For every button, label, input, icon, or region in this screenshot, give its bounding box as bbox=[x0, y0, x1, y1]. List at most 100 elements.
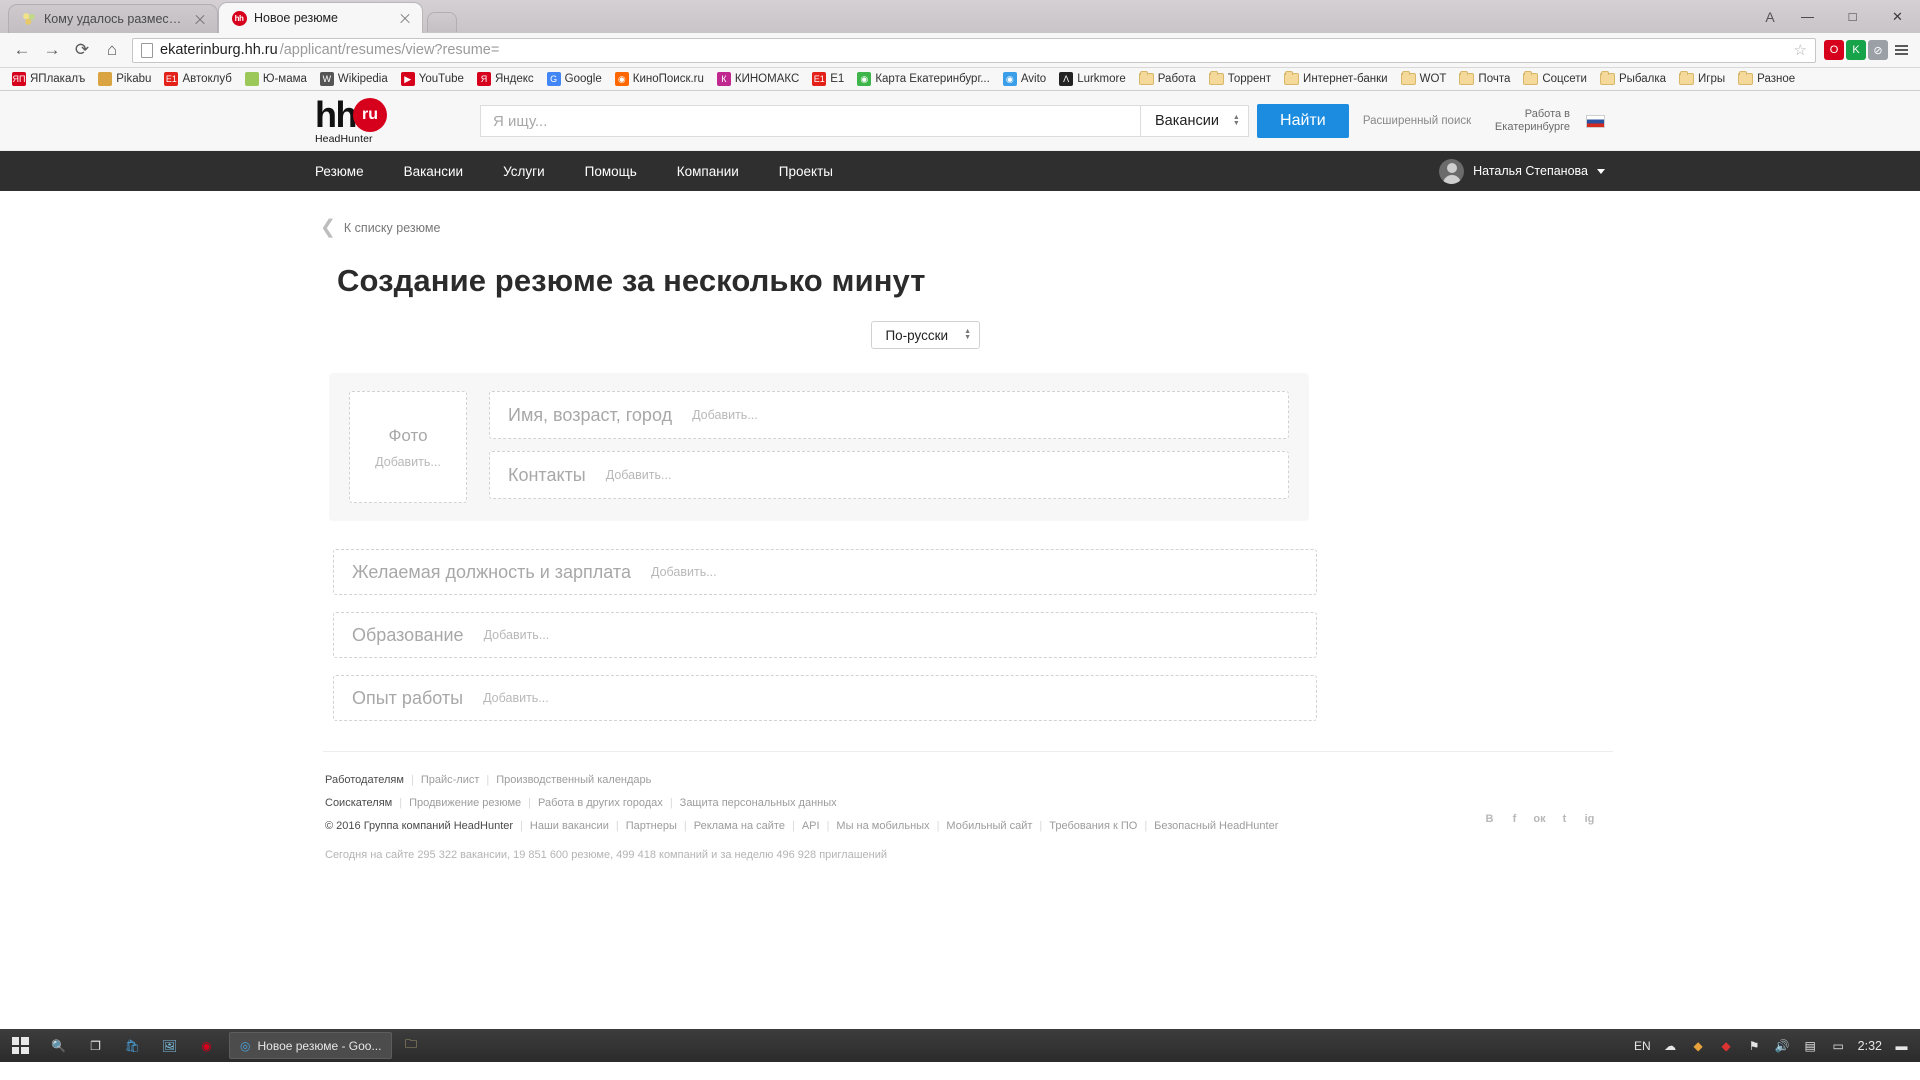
site-logo[interactable]: hh ru HeadHunter bbox=[315, 96, 420, 145]
taskbar-app-chrome[interactable]: ◎ Новое резюме - Goo... bbox=[229, 1032, 393, 1059]
photo-upload-block[interactable]: Фото Добавить... bbox=[349, 391, 467, 503]
instagram-icon[interactable]: ig bbox=[1582, 811, 1597, 826]
nav-item-3[interactable]: Помощь bbox=[565, 151, 657, 191]
bookmark-item[interactable]: Работа bbox=[1133, 71, 1202, 87]
bookmark-item[interactable]: Я Яндекс bbox=[471, 70, 540, 88]
search-input[interactable]: Я ищу... bbox=[480, 105, 1140, 137]
bookmark-item[interactable]: К КИНОМАКС bbox=[711, 70, 805, 88]
footer-heading[interactable]: Соискателям bbox=[325, 797, 392, 809]
clock[interactable]: 2:32 bbox=[1858, 1039, 1882, 1053]
close-icon[interactable] bbox=[193, 12, 207, 26]
bookmark-star-icon[interactable]: ☆ bbox=[1794, 41, 1807, 59]
bookmark-item[interactable]: E1 E1 bbox=[806, 70, 850, 88]
field-add-link[interactable]: Добавить... bbox=[692, 408, 758, 422]
facebook-icon[interactable]: f bbox=[1507, 811, 1522, 826]
bookmark-item[interactable]: Λ Lurkmore bbox=[1053, 70, 1132, 88]
footer-link[interactable]: Производственный календарь bbox=[496, 774, 651, 786]
bookmark-item[interactable]: ЯП ЯПлакалъ bbox=[6, 70, 91, 88]
footer-link[interactable]: API bbox=[802, 820, 820, 832]
user-menu[interactable]: Наталья Степанова bbox=[1439, 158, 1605, 184]
footer-link[interactable]: Реклама на сайте bbox=[694, 820, 785, 832]
bookmark-item[interactable]: Pikabu bbox=[92, 70, 157, 88]
nav-item-1[interactable]: Вакансии bbox=[384, 151, 484, 191]
bookmark-item[interactable]: ▶ YouTube bbox=[395, 70, 470, 88]
footer-link[interactable]: Мы на мобильных bbox=[836, 820, 929, 832]
profile-icon[interactable]: A bbox=[1755, 4, 1785, 30]
adblock-extension-icon[interactable]: ⊘ bbox=[1868, 40, 1888, 60]
minimize-button[interactable]: — bbox=[1785, 2, 1830, 32]
back-icon[interactable]: ← bbox=[8, 36, 36, 64]
bookmark-item[interactable]: Игры bbox=[1673, 71, 1731, 87]
bookmark-item[interactable]: Торрент bbox=[1203, 71, 1277, 87]
opera-icon[interactable]: ◉ bbox=[188, 1029, 225, 1062]
nav-item-0[interactable]: Резюме bbox=[315, 151, 384, 191]
close-icon[interactable] bbox=[398, 11, 412, 25]
section-add-link[interactable]: Добавить... bbox=[651, 565, 717, 579]
browser-tab-active[interactable]: hh Новое резюме bbox=[218, 2, 423, 33]
opera-extension-icon[interactable]: O bbox=[1824, 40, 1844, 60]
bookmark-item[interactable]: E1 Автоклуб bbox=[158, 70, 237, 88]
battery-icon[interactable]: ▭ bbox=[1830, 1037, 1847, 1054]
search-scope-select[interactable]: Вакансии ▲ ▼ bbox=[1140, 105, 1249, 137]
footer-link[interactable]: Наши вакансии bbox=[530, 820, 609, 832]
footer-heading[interactable]: Работодателям bbox=[325, 774, 404, 786]
footer-heading[interactable]: © 2016 Группа компаний HeadHunter bbox=[325, 820, 513, 832]
address-bar[interactable]: ekaterinburg.hh.ru /applicant/resumes/vi… bbox=[132, 37, 1816, 63]
kaspersky-extension-icon[interactable]: K bbox=[1846, 40, 1866, 60]
search-submit-button[interactable]: Найти bbox=[1256, 104, 1349, 138]
photos-icon[interactable]: 🖼 bbox=[151, 1029, 188, 1062]
footer-link[interactable]: Защита персональных данных bbox=[680, 797, 837, 809]
section-add-link[interactable]: Добавить... bbox=[483, 691, 549, 705]
bookmark-item[interactable]: ◉ Avito bbox=[997, 70, 1052, 88]
store-icon[interactable]: 🛍 bbox=[114, 1029, 151, 1062]
bookmark-item[interactable]: Ю-мама bbox=[239, 70, 313, 88]
chrome-menu-icon[interactable] bbox=[1890, 45, 1912, 55]
field-contacts[interactable]: Контакты Добавить... bbox=[489, 451, 1289, 499]
region-label[interactable]: Работа в Екатеринбурге bbox=[1495, 108, 1570, 134]
section-position-salary[interactable]: Желаемая должность и зарплата Добавить..… bbox=[333, 549, 1317, 595]
browser-tab-inactive[interactable]: Кому удалось разместить bbox=[8, 4, 218, 33]
odnoklassniki-icon[interactable]: ок bbox=[1532, 811, 1547, 826]
language-select[interactable]: По-русски ▲ ▼ bbox=[871, 321, 980, 349]
footer-link[interactable]: Продвижение резюме bbox=[409, 797, 521, 809]
start-button[interactable] bbox=[0, 1029, 40, 1062]
bookmark-item[interactable]: Соцсети bbox=[1517, 71, 1593, 87]
nav-item-5[interactable]: Проекты bbox=[759, 151, 853, 191]
forward-icon[interactable]: → bbox=[38, 36, 66, 64]
bookmark-item[interactable]: G Google bbox=[541, 70, 608, 88]
vk-icon[interactable]: В bbox=[1482, 811, 1497, 826]
footer-link[interactable]: Требования к ПО bbox=[1049, 820, 1137, 832]
section-experience[interactable]: Опыт работы Добавить... bbox=[333, 675, 1317, 721]
warning-icon[interactable]: ⚑ bbox=[1746, 1037, 1763, 1054]
taskview-icon[interactable]: ❐ bbox=[77, 1029, 114, 1062]
new-tab-button[interactable] bbox=[427, 12, 457, 32]
photo-add-link[interactable]: Добавить... bbox=[375, 455, 441, 469]
reload-icon[interactable]: ⟳ bbox=[68, 36, 96, 64]
maximize-button[interactable]: □ bbox=[1830, 2, 1875, 32]
twitter-icon[interactable]: t bbox=[1557, 811, 1572, 826]
footer-link[interactable]: Работа в других городах bbox=[538, 797, 663, 809]
back-to-list-link[interactable]: ❮ К списку резюме bbox=[320, 218, 1605, 237]
advanced-search-link[interactable]: Расширенный поиск bbox=[1363, 115, 1471, 127]
bookmark-item[interactable]: W Wikipedia bbox=[314, 70, 394, 88]
shield-icon[interactable]: ◆ bbox=[1718, 1037, 1735, 1054]
footer-link[interactable]: Мобильный сайт bbox=[946, 820, 1032, 832]
section-add-link[interactable]: Добавить... bbox=[484, 628, 550, 642]
bookmark-item[interactable]: WOT bbox=[1395, 71, 1453, 87]
bookmark-item[interactable]: Интернет-банки bbox=[1278, 71, 1394, 87]
russia-flag-icon[interactable] bbox=[1586, 114, 1605, 128]
bookmark-item[interactable]: Рыбалка bbox=[1594, 71, 1672, 87]
field-add-link[interactable]: Добавить... bbox=[606, 468, 672, 482]
footer-link[interactable]: Безопасный HeadHunter bbox=[1154, 820, 1278, 832]
section-education[interactable]: Образование Добавить... bbox=[333, 612, 1317, 658]
bookmark-item[interactable]: Разное bbox=[1732, 71, 1801, 87]
home-icon[interactable]: ⌂ bbox=[98, 36, 126, 64]
folder-icon[interactable]: 🗀 bbox=[392, 1029, 429, 1062]
bookmark-item[interactable]: Почта bbox=[1453, 71, 1516, 87]
footer-link[interactable]: Прайс-лист bbox=[421, 774, 480, 786]
footer-link[interactable]: Партнеры bbox=[626, 820, 677, 832]
bookmark-item[interactable]: ◉ Карта Екатеринбург... bbox=[851, 70, 996, 88]
nav-item-4[interactable]: Компании bbox=[657, 151, 759, 191]
network-icon[interactable]: ▤ bbox=[1802, 1037, 1819, 1054]
field-name-age-city[interactable]: Имя, возраст, город Добавить... bbox=[489, 391, 1289, 439]
